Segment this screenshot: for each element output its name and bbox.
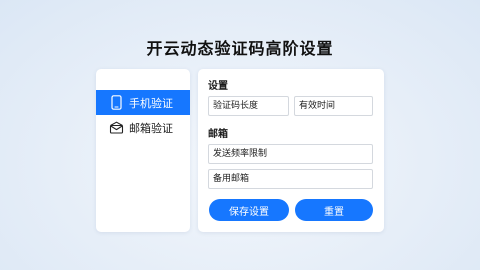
send-rate-limit-input[interactable] bbox=[208, 144, 373, 164]
sidebar-item-label: 手机验证 bbox=[129, 96, 173, 110]
page-title: 开云动态验证码高阶设置 bbox=[146, 39, 334, 58]
sidebar-item-label: 邮箱验证 bbox=[129, 121, 173, 135]
mailbox-section-title: 邮箱 bbox=[208, 129, 228, 140]
code-length-input[interactable] bbox=[208, 96, 289, 116]
sidebar: 手机验证 邮箱验证 bbox=[96, 69, 190, 232]
validity-time-input[interactable] bbox=[294, 96, 373, 116]
sidebar-item-email-verification[interactable]: 邮箱验证 bbox=[96, 115, 190, 140]
mail-icon bbox=[108, 120, 124, 136]
settings-panel: 设置 邮箱 保存设置 重置 bbox=[198, 69, 384, 232]
settings-section-title: 设置 bbox=[208, 81, 228, 92]
phone-icon bbox=[108, 95, 124, 111]
sidebar-item-phone-verification[interactable]: 手机验证 bbox=[96, 90, 190, 115]
reset-button[interactable]: 重置 bbox=[295, 199, 373, 221]
save-settings-button[interactable]: 保存设置 bbox=[209, 199, 289, 221]
backup-email-input[interactable] bbox=[208, 169, 373, 189]
